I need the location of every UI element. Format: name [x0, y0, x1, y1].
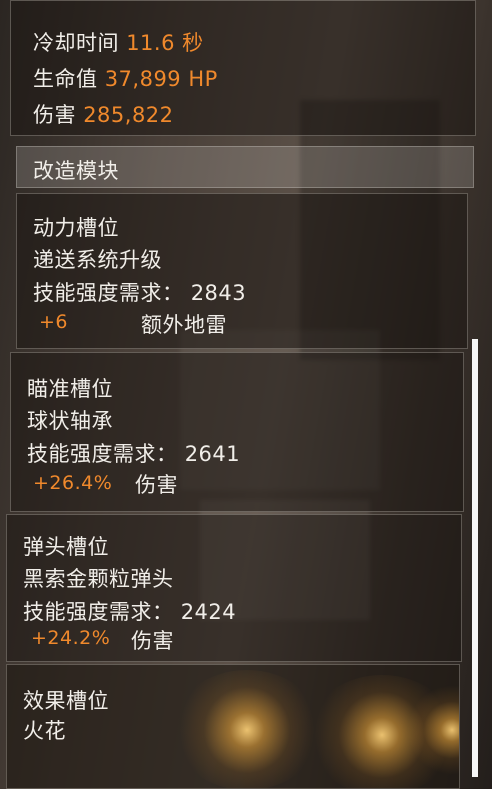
damage-value: 285,822	[83, 103, 174, 127]
mod-name: 球状轴承	[27, 409, 113, 433]
damage-row: 伤害 285,822	[33, 99, 174, 129]
spark-effect	[172, 670, 322, 788]
cooldown-label: 冷却时间	[33, 31, 119, 55]
requirement-value: 2843	[190, 281, 247, 305]
requirement-row: 技能强度需求： 2843	[33, 277, 246, 307]
mod-name: 黑索金颗粒弹头	[23, 567, 174, 591]
health-value: 37,899 HP	[104, 67, 218, 91]
stats-panel: 冷却时间 11.6 秒 生命值 37,899 HP 伤害 285,822	[10, 0, 476, 136]
mods-header-title: 改造模块	[33, 159, 119, 183]
slot-panel-warhead[interactable]: 弹头槽位 黑索金颗粒弹头 技能强度需求： 2424 +24.2% 伤害	[6, 514, 462, 662]
bonus-value: +6	[39, 311, 69, 333]
cooldown-value: 11.6 秒	[126, 31, 204, 55]
requirement-row: 技能强度需求： 2424	[23, 596, 236, 626]
bonus-label: 伤害	[135, 473, 178, 497]
scrollbar[interactable]	[472, 339, 478, 777]
slot-name: 动力槽位	[33, 216, 119, 240]
requirement-label: 技能强度需求：	[27, 442, 178, 466]
slot-name: 效果槽位	[23, 689, 109, 713]
damage-label: 伤害	[33, 103, 76, 127]
requirement-label: 技能强度需求：	[23, 600, 174, 624]
requirement-value: 2424	[180, 600, 237, 624]
bonus-value: +24.2%	[31, 627, 111, 649]
slot-name: 弹头槽位	[23, 535, 109, 559]
requirement-value: 2641	[184, 442, 241, 466]
bonus-value: +26.4%	[33, 472, 113, 494]
slot-name: 瞄准槽位	[27, 377, 113, 401]
cooldown-row: 冷却时间 11.6 秒	[33, 27, 204, 57]
bonus-label: 伤害	[131, 629, 174, 653]
mod-name: 递送系统升级	[33, 248, 162, 272]
requirement-label: 技能强度需求：	[33, 281, 184, 305]
slot-panel-power[interactable]: 动力槽位 递送系统升级 技能强度需求： 2843 +6 额外地雷	[16, 193, 468, 349]
requirement-row: 技能强度需求： 2641	[27, 438, 240, 468]
bonus-label: 额外地雷	[141, 313, 227, 337]
slot-panel-effect[interactable]: 效果槽位 火花	[6, 664, 460, 789]
mod-name: 火花	[23, 719, 66, 743]
slot-panel-aim[interactable]: 瞄准槽位 球状轴承 技能强度需求： 2641 +26.4% 伤害	[10, 352, 464, 512]
mods-section-header: 改造模块	[16, 146, 474, 188]
health-row: 生命值 37,899 HP	[33, 63, 218, 93]
health-label: 生命值	[33, 67, 98, 91]
